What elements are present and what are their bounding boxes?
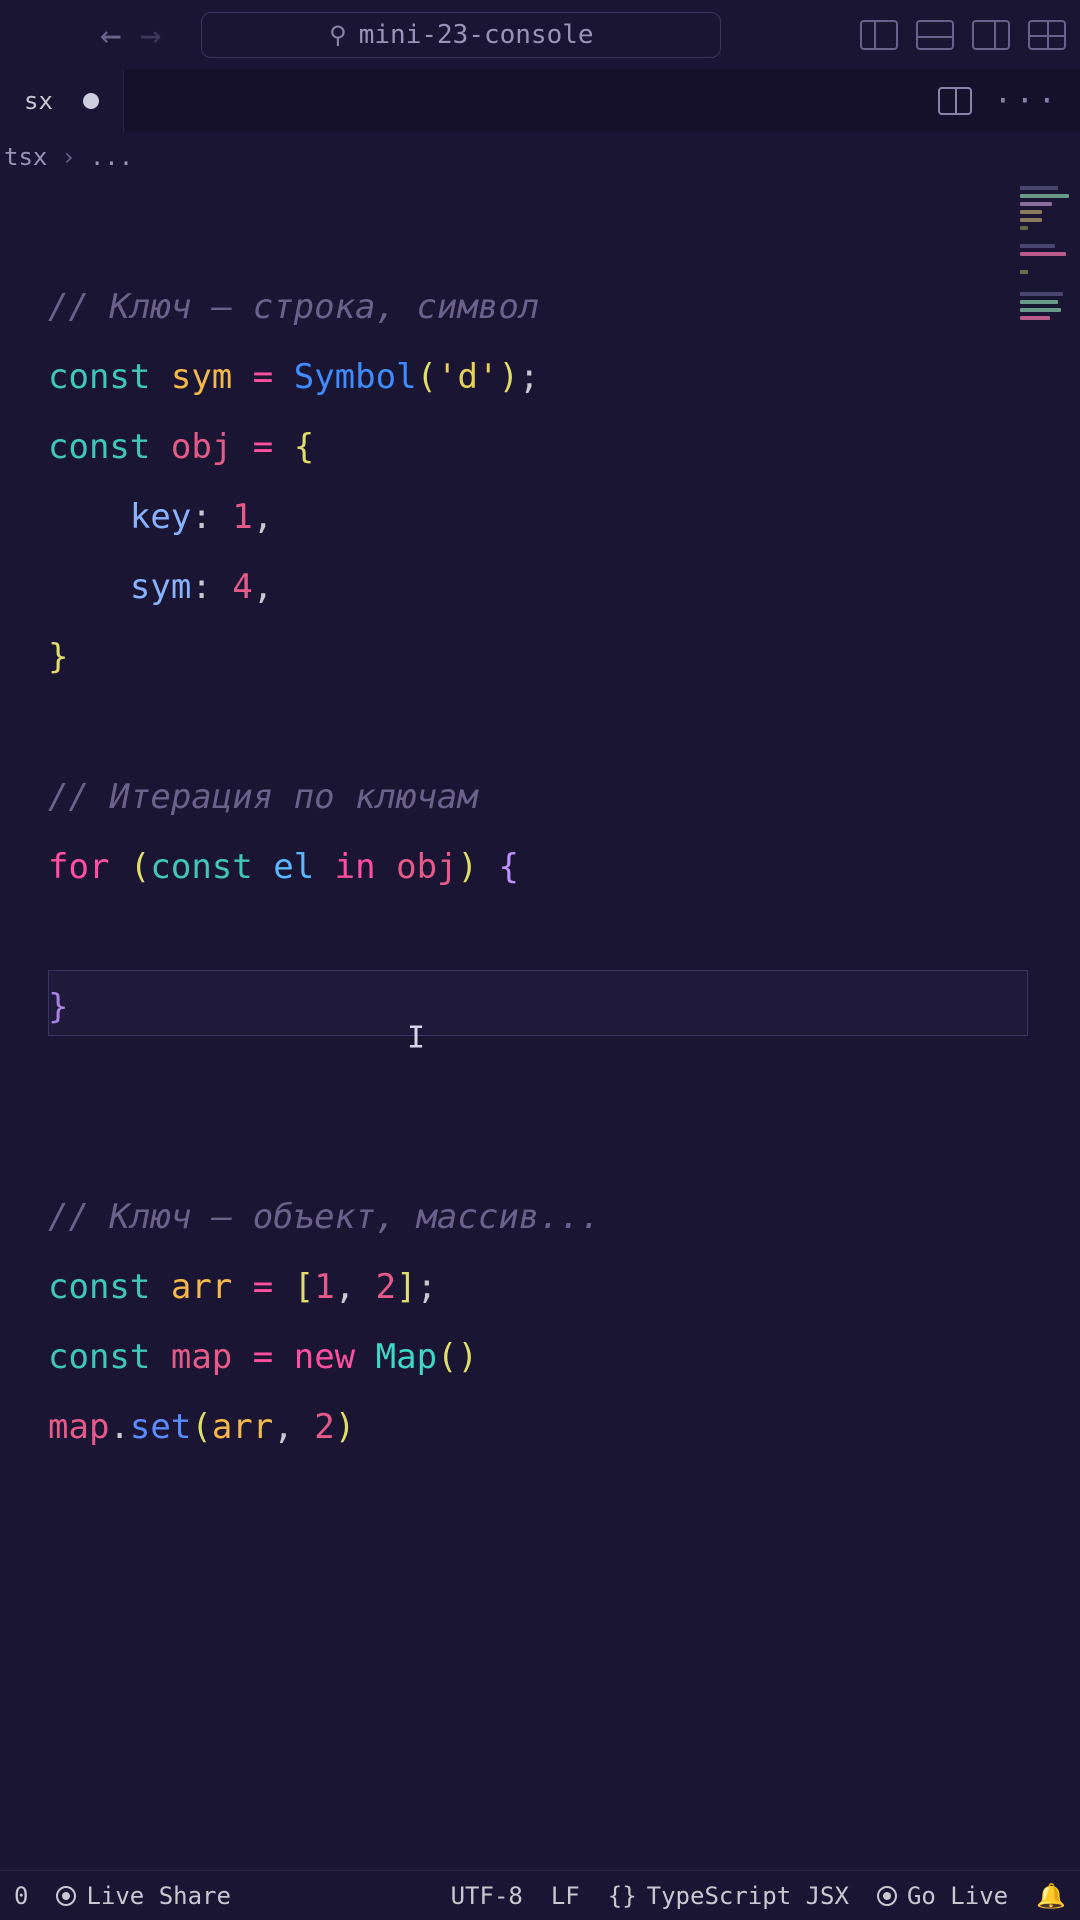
- layout-controls: [860, 20, 1070, 50]
- status-eol[interactable]: LF: [551, 1882, 580, 1910]
- split-editor-icon[interactable]: [938, 87, 972, 115]
- code-comment: // Итерация по ключам: [48, 777, 478, 817]
- panel-bottom-icon[interactable]: [916, 20, 954, 50]
- panel-left-icon[interactable]: [860, 20, 898, 50]
- title-bar: ← → ⚲ mini-23-console: [0, 0, 1080, 70]
- breadcrumb-file: tsx: [4, 143, 47, 171]
- live-share-icon: [56, 1886, 76, 1906]
- code-comment: // Ключ — строка, символ: [48, 287, 539, 327]
- status-encoding[interactable]: UTF-8: [451, 1882, 523, 1910]
- command-center[interactable]: ⚲ mini-23-console: [201, 12, 721, 58]
- broadcast-icon: [877, 1886, 897, 1906]
- more-actions-icon[interactable]: ···: [994, 84, 1060, 119]
- code-comment: // Ключ — объект, массив...: [48, 1197, 601, 1237]
- breadcrumb[interactable]: tsx › ...: [0, 132, 1080, 182]
- search-icon: ⚲: [329, 21, 347, 49]
- nav-forward-icon[interactable]: →: [140, 15, 162, 56]
- tab-filename: sx: [24, 87, 53, 115]
- status-language[interactable]: {} TypeScript JSX: [608, 1882, 849, 1910]
- editor-tab[interactable]: sx: [0, 70, 124, 132]
- search-text: mini-23-console: [359, 20, 594, 50]
- tab-actions: ···: [938, 70, 1080, 132]
- nav-back-icon[interactable]: ←: [100, 15, 122, 56]
- breadcrumb-rest: ...: [90, 143, 133, 171]
- editor[interactable]: I // Ключ — строка, символ const sym = S…: [0, 182, 1080, 1870]
- nav-arrows: ← →: [100, 15, 161, 56]
- status-bar: 0 Live Share UTF-8 LF {} TypeScript JSX …: [0, 1870, 1080, 1920]
- status-col[interactable]: 0: [14, 1882, 28, 1910]
- bell-icon: 🔔: [1036, 1882, 1066, 1910]
- braces-icon: {}: [608, 1882, 637, 1910]
- status-go-live[interactable]: Go Live: [877, 1882, 1008, 1910]
- code-area[interactable]: // Ключ — строка, символ const sym = Sym…: [0, 182, 1080, 1532]
- status-notifications[interactable]: 🔔: [1036, 1882, 1066, 1910]
- minimap[interactable]: [1020, 186, 1074, 324]
- status-live-share[interactable]: Live Share: [56, 1882, 231, 1910]
- chevron-right-icon: ›: [61, 143, 75, 171]
- unsaved-dot-icon: [83, 93, 99, 109]
- panel-right-icon[interactable]: [972, 20, 1010, 50]
- tab-bar: sx ···: [0, 70, 1080, 132]
- customize-layout-icon[interactable]: [1028, 20, 1066, 50]
